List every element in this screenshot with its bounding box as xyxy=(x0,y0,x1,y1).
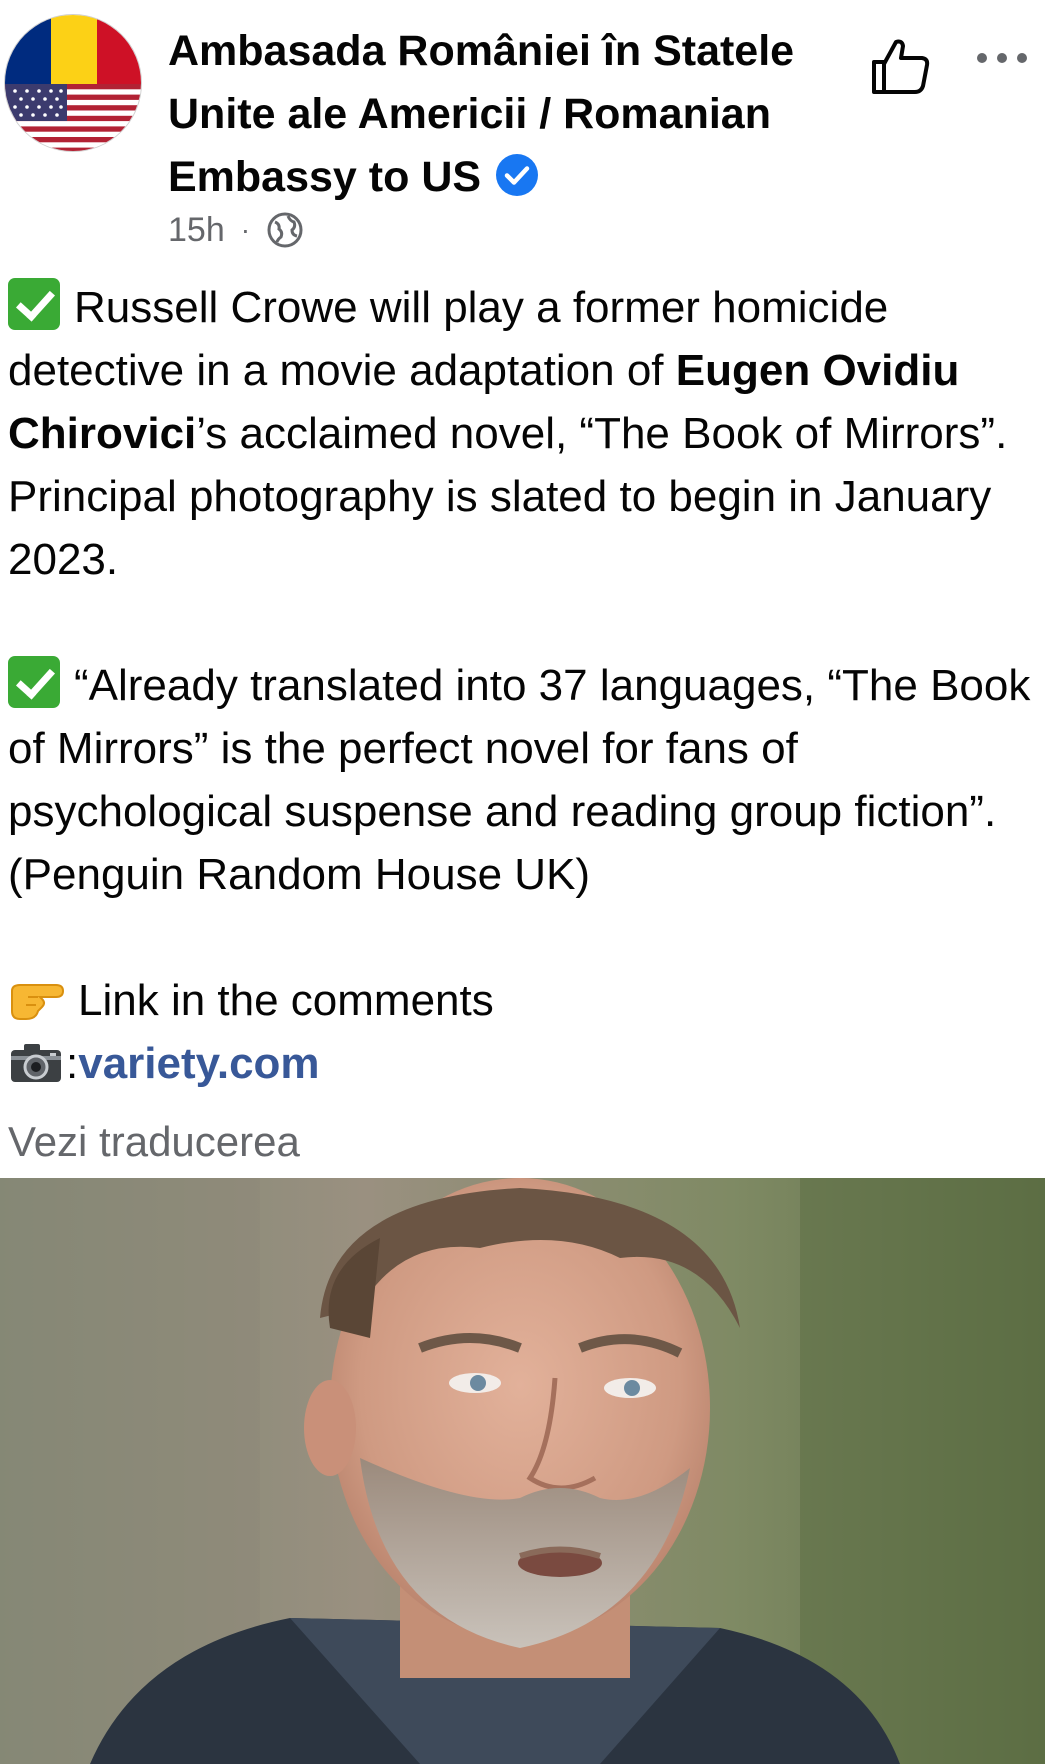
more-options-icon[interactable] xyxy=(972,40,1032,76)
post-header: Ambasada României în Statele Unite ale A… xyxy=(0,0,1045,260)
thumbs-up-icon[interactable] xyxy=(868,34,934,100)
post-paragraph-3: Link in the comments:variety.com xyxy=(8,969,1038,1095)
page-name[interactable]: Ambasada României în Statele Unite ale A… xyxy=(168,20,808,209)
see-translation-link[interactable]: Vezi traducerea xyxy=(8,1118,300,1166)
page-name-text[interactable]: Ambasada României în Statele Unite ale A… xyxy=(168,27,794,201)
meta-separator: · xyxy=(240,214,251,245)
check-mark-icon xyxy=(8,656,60,708)
paragraph2-text: “Already translated into 37 languages, “… xyxy=(8,661,1031,899)
post-meta: 15h · xyxy=(168,208,304,252)
globe-icon xyxy=(267,212,303,248)
pointing-hand-icon xyxy=(11,984,65,1020)
source-prefix: : xyxy=(66,1039,79,1088)
post-body: Russell Crowe will play a former homicid… xyxy=(8,276,1038,1095)
flags-avatar-icon xyxy=(5,15,141,151)
post-photo[interactable] xyxy=(0,1178,1045,1764)
verified-badge-icon xyxy=(496,154,539,196)
check-mark-icon xyxy=(8,278,60,330)
camera-icon xyxy=(11,1044,61,1082)
photo-of-man xyxy=(0,1178,1045,1764)
page-avatar[interactable] xyxy=(4,14,142,152)
link-in-comments-text: Link in the comments xyxy=(78,976,494,1025)
source-link[interactable]: variety.com xyxy=(78,1039,319,1088)
facebook-post: Ambasada României în Statele Unite ale A… xyxy=(0,0,1045,1764)
post-paragraph-1: Russell Crowe will play a former homicid… xyxy=(8,276,1038,591)
post-timestamp[interactable]: 15h xyxy=(168,208,225,252)
post-paragraph-2: “Already translated into 37 languages, “… xyxy=(8,654,1038,906)
